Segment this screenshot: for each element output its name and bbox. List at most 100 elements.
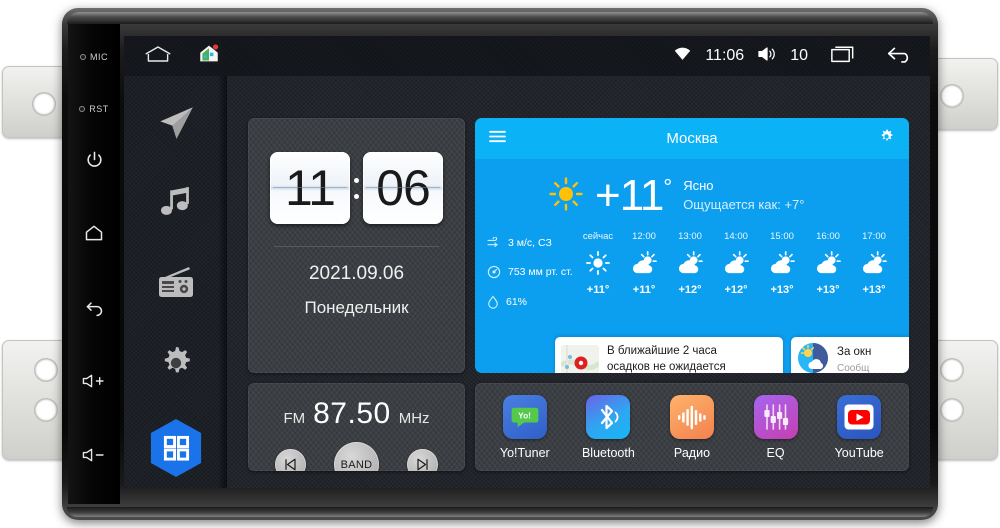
bluetooth-icon [586, 394, 631, 439]
clock-divider [274, 246, 439, 247]
forecast-hour: 15:00 +13° [770, 231, 795, 296]
precipitation-line1: В ближайшие 2 часа [607, 345, 717, 358]
weather-header: Москва [475, 118, 909, 159]
app-label: EQ [766, 445, 785, 460]
app-shortcut-eq[interactable]: EQ [738, 394, 814, 460]
hamburger-menu-icon[interactable] [489, 130, 506, 148]
app-shortcut-bluetooth[interactable]: Bluetooth [570, 394, 646, 460]
weather-feels-like: Ощущается как: +7° [683, 197, 805, 212]
lcd-screen: 11:06 10 11 06 2021.09.06 Понедельник FM… [124, 36, 930, 488]
sun-cloud-circle-icon [797, 342, 829, 374]
bracket-hole [35, 399, 57, 421]
radio-band-button[interactable]: BAND [334, 442, 379, 471]
side-launcher [124, 76, 227, 488]
rst-label: RST [89, 104, 109, 114]
radio-unit-label: MHz [398, 410, 430, 427]
back-button[interactable] [77, 290, 111, 324]
weather-description: Ясно Ощущается как: +7° [683, 177, 804, 215]
wifi-icon [673, 46, 692, 66]
forecast-hour: 13:00 +12° [678, 231, 703, 296]
app-shortcut-radio[interactable]: Радио [654, 394, 730, 460]
forecast-hour: 14:00 +12° [724, 231, 749, 296]
weather-temperature: +11° [595, 171, 672, 220]
radio-band-label: FM [283, 410, 306, 427]
hardware-button-strip: MIC RST [68, 24, 120, 504]
power-button[interactable] [77, 142, 111, 176]
volume-up-button[interactable] [77, 364, 111, 398]
mic-label: MIC [90, 52, 108, 62]
report-subtitle: Сообщ [837, 362, 870, 374]
sidebar-item-navigation[interactable] [149, 98, 203, 148]
flip-clock: 11 06 [248, 152, 465, 224]
garage-home-outline-icon[interactable] [144, 44, 172, 69]
svg-text:Yo!: Yo! [518, 410, 531, 420]
volume-down-button[interactable] [77, 438, 111, 472]
app-shortcut-youtube[interactable]: YouTube [821, 394, 897, 460]
sidebar-item-settings[interactable] [149, 338, 203, 388]
radio-next-button[interactable] [407, 449, 438, 471]
clock-colon [353, 177, 360, 199]
weather-report-card[interactable]: За окн Сообщ [791, 337, 909, 373]
map-thumbnail-icon [561, 345, 599, 373]
weather-hourly-forecast: сейчас +11° 12:00 +11° 13:00 +12° 14:00 … [575, 231, 909, 296]
mic-port: MIC [80, 46, 108, 68]
bracket-hole [35, 359, 57, 381]
recent-apps-icon[interactable] [831, 45, 857, 68]
sun-icon [549, 176, 583, 216]
weather-widget[interactable]: Москва +11° Ясно Ощущается как: +7° 3 м/… [475, 118, 909, 373]
weather-condition: Ясно [683, 178, 714, 194]
app-shortcut-yotuner[interactable]: Yo! Yo!Tuner [487, 394, 563, 460]
sidebar-item-music[interactable] [149, 178, 203, 228]
radio-widget[interactable]: FM 87.50 MHz BAND [248, 383, 465, 471]
head-unit-chassis: MIC RST 11:06 10 11 06 2021.09.06 Понеде… [62, 8, 938, 520]
clock-minutes: 06 [363, 152, 443, 224]
weather-metrics: 3 м/с, СЗ 753 мм рт. ст. 61% [487, 237, 573, 309]
status-clock: 11:06 [705, 47, 745, 64]
clock-weekday: Понедельник [304, 298, 409, 317]
weather-city: Москва [666, 130, 718, 147]
weather-metric-humidity: 61% [487, 295, 573, 309]
house-color-icon[interactable] [198, 43, 220, 69]
weather-info-cards: В ближайшие 2 часа осадков не ожидается [555, 337, 909, 373]
gear-icon[interactable] [878, 128, 895, 150]
clock-hours: 11 [270, 152, 350, 224]
bracket-hole [33, 93, 55, 115]
mic-hole-icon [80, 54, 86, 60]
radio-prev-button[interactable] [275, 449, 306, 471]
forecast-hour: 18:00 +12° [897, 231, 909, 296]
youtube-icon [837, 394, 882, 439]
bracket-hole [941, 85, 963, 107]
app-label: Радио [673, 445, 711, 460]
volume-level: 10 [790, 47, 808, 64]
radio-band-button-label: BAND [340, 458, 373, 471]
weather-body: +11° Ясно Ощущается как: +7° 3 м/с, СЗ 7… [475, 159, 909, 373]
home-screen-content: 11 06 2021.09.06 Понедельник FM 87.50 MH… [227, 76, 930, 488]
precipitation-line2: осадков не ожидается [607, 361, 726, 373]
back-arrow-icon[interactable] [886, 44, 914, 69]
weather-current: +11° Ясно Ощущается как: +7° [475, 159, 909, 218]
volume-icon[interactable] [757, 46, 777, 67]
reset-hole-icon [79, 106, 86, 112]
app-label: YouTube [834, 445, 884, 460]
app-label: Bluetooth [581, 445, 635, 460]
home-button[interactable] [77, 216, 111, 250]
weather-metric-pressure: 753 мм рт. ст. [487, 265, 573, 279]
clock-date: 2021.09.06 [308, 263, 405, 284]
radio-frequency-value: 87.50 [313, 397, 391, 430]
sidebar-item-all-apps[interactable] [148, 418, 204, 478]
reset-port: RST [79, 98, 109, 120]
forecast-hour: сейчас +11° [582, 231, 614, 296]
forecast-hour: 12:00 +11° [632, 231, 657, 296]
weather-metric-wind: 3 м/с, СЗ [487, 237, 573, 249]
app-shortcuts-widget: Yo! Yo!Tuner Bluetooth Радио EQ YouTube [475, 383, 909, 471]
sidebar-item-radio[interactable] [149, 258, 203, 308]
status-bar: 11:06 10 [124, 36, 930, 76]
radio-frequency-display: FM 87.50 MHz [248, 397, 465, 431]
report-title: За окн [837, 345, 872, 358]
equalizer-icon [753, 394, 798, 439]
weather-precipitation-card[interactable]: В ближайшие 2 часа осадков не ожидается [555, 337, 783, 373]
radio-waveform-icon [669, 394, 714, 439]
clock-widget[interactable]: 11 06 2021.09.06 Понедельник [248, 118, 465, 373]
bracket-hole [941, 399, 963, 421]
screenshot-root: MIC RST 11:06 10 11 06 2021.09.06 Понеде… [0, 0, 1000, 528]
